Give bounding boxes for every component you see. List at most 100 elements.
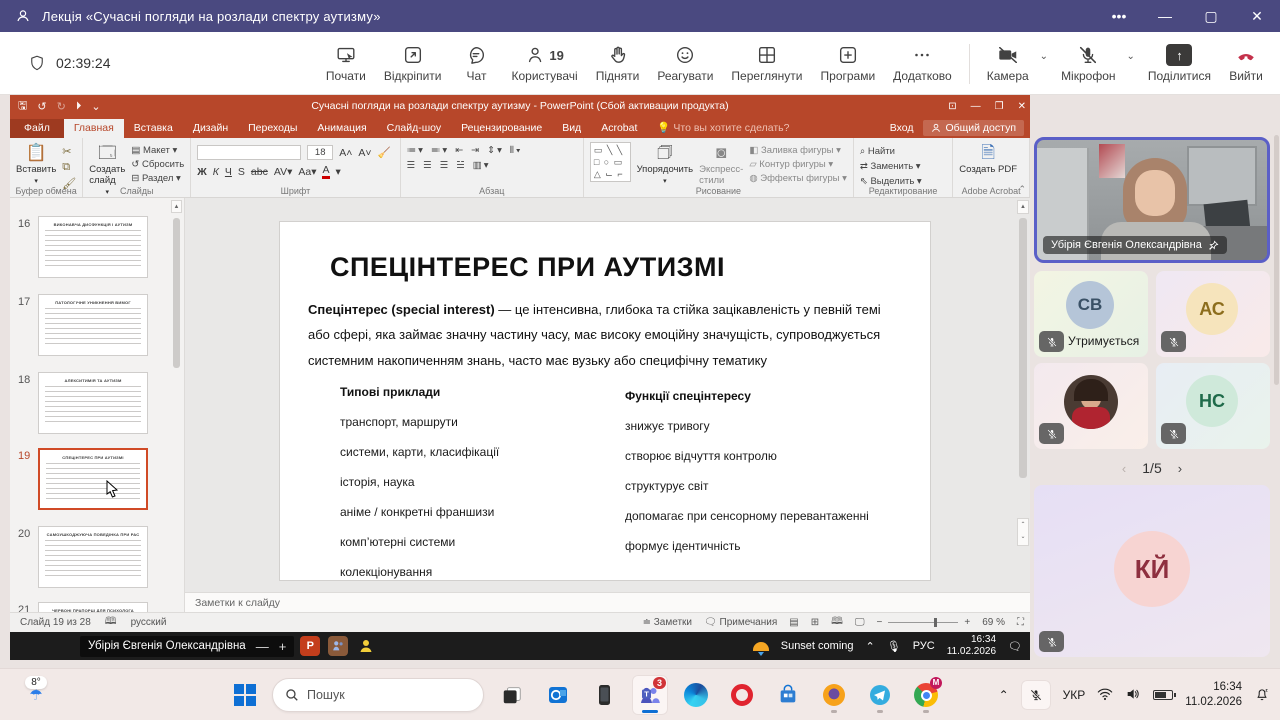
apps-button[interactable]: Програми: [812, 40, 885, 87]
ppt-close-icon[interactable]: ✕: [1018, 101, 1026, 112]
mic-dropdown-icon[interactable]: ⌄: [1127, 51, 1135, 62]
wifi-icon[interactable]: [1097, 687, 1113, 704]
tell-me-box[interactable]: 💡 Что вы хотите сделать?: [647, 118, 799, 138]
tray-chevron-icon[interactable]: ⌃: [999, 688, 1009, 702]
thumbs-scrollbar[interactable]: [173, 218, 180, 368]
participant-tile-sv[interactable]: СВ Утримується: [1034, 271, 1148, 357]
shape-outline-button[interactable]: ▱ Контур фигуры ▾: [749, 159, 847, 170]
slide-scrollbar[interactable]: [1019, 218, 1027, 478]
tab-design[interactable]: Дизайн: [183, 119, 238, 138]
search-box[interactable]: Пошук: [272, 678, 484, 712]
redo-icon[interactable]: ↻: [57, 100, 66, 113]
overlay-minimize-icon[interactable]: —: [256, 639, 269, 654]
raise-hand-button[interactable]: Підняти: [587, 40, 649, 87]
quick-styles-button[interactable]: ◙ Экспресс-стили: [699, 142, 743, 186]
more-button[interactable]: Додатково: [884, 40, 961, 87]
shapes-gallery[interactable]: ▭ ╲ ╲ □ ○ ▭△ ⌙ ⌐ ⇨ ⇩ ⬠☆ ⌒ ∿ ( ) ☆: [590, 142, 631, 182]
weather-widget[interactable]: 8° ☂: [14, 676, 58, 703]
pager-next-icon[interactable]: ›: [1178, 461, 1182, 476]
share-button[interactable]: ↑ Поділитися: [1139, 40, 1220, 87]
shape-effects-button[interactable]: ◍ Эффекты фигуры ▾: [749, 173, 847, 184]
line-spacing-icon[interactable]: ⇕▾: [487, 145, 504, 156]
sidebar-scrollbar[interactable]: [1274, 135, 1279, 385]
tab-transitions[interactable]: Переходы: [238, 119, 307, 138]
reset-button[interactable]: ↺ Сбросить: [131, 159, 184, 170]
shared-clock[interactable]: 16:34 11.02.2026: [947, 634, 996, 659]
align-center-icon[interactable]: ☰: [423, 160, 434, 171]
speaker-video-tile[interactable]: Убірія Євгенія Олександрівна: [1034, 137, 1270, 263]
shape-fill-button[interactable]: ◧ Заливка фигуры ▾: [749, 145, 847, 156]
copy-icon[interactable]: ⧉: [62, 161, 76, 174]
align-right-icon[interactable]: ☰: [440, 160, 451, 171]
slide-scroll-up-icon[interactable]: ▲: [1017, 200, 1029, 214]
text-direction-icon[interactable]: ⫴▾: [510, 145, 523, 156]
shrink-font-icon[interactable]: A˅: [358, 147, 371, 159]
participant-tile-ky[interactable]: КЙ: [1034, 485, 1270, 657]
leave-button[interactable]: Вийти: [1220, 40, 1272, 87]
edge-button[interactable]: [678, 675, 714, 715]
notes-pane[interactable]: Заметки к слайду: [185, 592, 1030, 612]
battery-icon[interactable]: [1153, 690, 1173, 700]
font-color-button[interactable]: A: [322, 164, 329, 179]
weather-status[interactable]: Sunset coming: [781, 640, 854, 652]
decrease-indent-icon[interactable]: ⇤: [455, 145, 465, 156]
tab-insert[interactable]: Вставка: [124, 119, 183, 138]
chat-button[interactable]: Чат: [450, 40, 502, 87]
opera-button[interactable]: [724, 675, 760, 715]
slideshow-view-icon[interactable]: 🖵: [855, 617, 865, 628]
fit-slide-icon[interactable]: ⛶: [1017, 617, 1024, 628]
slide-sorter-icon[interactable]: ⊞: [811, 617, 819, 628]
slideshow-from-start-icon[interactable]: ⏵: [76, 100, 82, 113]
zoom-in-icon[interactable]: +: [964, 617, 970, 628]
camera-dropdown-icon[interactable]: ⌄: [1040, 51, 1048, 62]
shared-language[interactable]: РУС: [913, 640, 935, 652]
spellcheck-icon[interactable]: 🕮: [105, 614, 117, 631]
window-close-icon[interactable]: ✕: [1234, 0, 1280, 32]
overlay-expand-icon[interactable]: +: [279, 639, 287, 654]
powerpoint-app-icon[interactable]: P: [300, 636, 320, 656]
replace-button[interactable]: ⇄ Заменить ▾: [860, 161, 922, 172]
unpin-button[interactable]: Відкріпити: [375, 40, 451, 87]
sign-in-link[interactable]: Вход: [890, 122, 914, 134]
language-switcher[interactable]: УКР: [1063, 688, 1086, 702]
grow-font-icon[interactable]: A˄: [339, 147, 352, 159]
task-view-button[interactable]: [494, 675, 530, 715]
layout-button[interactable]: ▤ Макет ▾: [131, 145, 184, 156]
qat-customize-icon[interactable]: ⌄: [91, 100, 100, 113]
window-more-icon[interactable]: •••: [1096, 0, 1142, 32]
pager-prev-icon[interactable]: ‹: [1122, 461, 1126, 476]
tab-home[interactable]: Главная: [64, 119, 124, 138]
char-spacing-button[interactable]: AV▾: [274, 166, 293, 178]
avast-button[interactable]: [816, 675, 852, 715]
mic-button[interactable]: Мікрофон: [1052, 40, 1124, 87]
shared-notification-icon[interactable]: 🗨: [1008, 640, 1022, 653]
camera-button[interactable]: Камера: [978, 40, 1038, 87]
zoom-out-icon[interactable]: −: [877, 617, 883, 628]
participant-tile-ns[interactable]: НС: [1156, 363, 1270, 449]
shadow-button[interactable]: S: [238, 166, 245, 178]
save-icon[interactable]: 🖫: [18, 97, 27, 116]
share-document-button[interactable]: Общий доступ: [923, 120, 1024, 136]
notification-bell-icon[interactable]: z: [1254, 686, 1270, 705]
font-size-input[interactable]: 18: [307, 145, 333, 160]
window-minimize-icon[interactable]: —: [1142, 0, 1188, 32]
tab-review[interactable]: Рецензирование: [451, 119, 552, 138]
view-button[interactable]: Переглянути: [722, 40, 811, 87]
start-button[interactable]: [228, 678, 262, 712]
font-name-input[interactable]: [197, 145, 301, 160]
create-pdf-button[interactable]: 🗎 Создать PDF: [959, 142, 1017, 175]
tab-slideshow[interactable]: Слайд-шоу: [377, 119, 451, 138]
font-color-dropdown-icon[interactable]: ▾: [336, 166, 341, 178]
reading-view-icon[interactable]: 🕮: [831, 614, 843, 631]
ribbon-display-icon[interactable]: ⊡: [948, 101, 956, 112]
taskbar-clock[interactable]: 16:34 11.02.2026: [1185, 680, 1242, 710]
normal-view-icon[interactable]: ▤: [789, 617, 798, 628]
start-recording-button[interactable]: Почати: [317, 40, 375, 87]
clear-formatting-icon[interactable]: 🧹: [377, 146, 390, 159]
participants-button[interactable]: 19 Користувачі: [502, 40, 586, 87]
find-button[interactable]: ⌕ Найти: [860, 146, 922, 157]
italic-button[interactable]: К: [213, 166, 219, 178]
slide-prev-next-icons[interactable]: ⌃⌄: [1017, 518, 1029, 546]
justify-icon[interactable]: ☱: [456, 160, 467, 171]
change-case-button[interactable]: Aa▾: [298, 166, 316, 178]
